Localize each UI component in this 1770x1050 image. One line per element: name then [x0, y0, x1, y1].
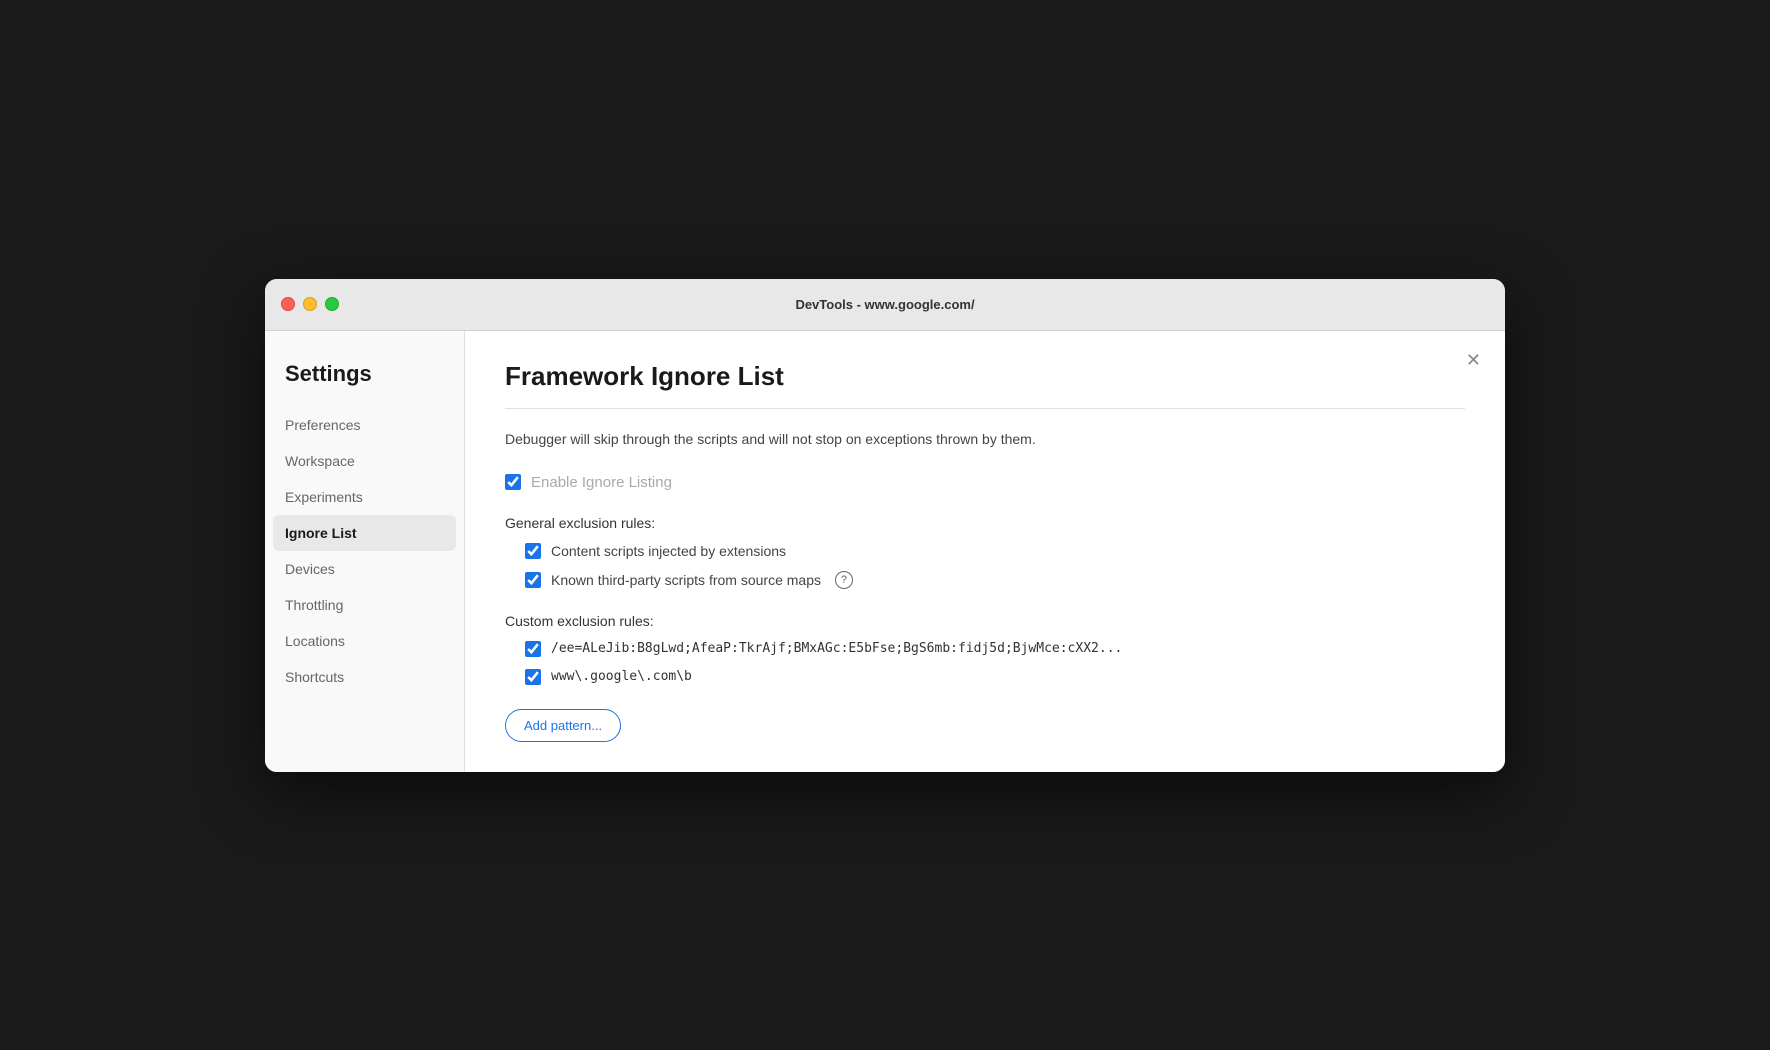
sidebar-item-shortcuts[interactable]: Shortcuts: [265, 659, 464, 695]
main-content: ✕ Framework Ignore List Debugger will sk…: [465, 331, 1505, 772]
window-title: DevTools - www.google.com/: [795, 297, 974, 312]
custom-rules-section: /ee=ALeJib:B8gLwd;AfeaP:TkrAjf;BMxAGc:E5…: [525, 641, 1465, 685]
close-button[interactable]: ✕: [1466, 351, 1481, 369]
page-description: Debugger will skip through the scripts a…: [505, 429, 1465, 450]
content-scripts-label: Content scripts injected by extensions: [551, 543, 786, 559]
sidebar-item-devices[interactable]: Devices: [265, 551, 464, 587]
sidebar-item-locations[interactable]: Locations: [265, 623, 464, 659]
content-scripts-row: Content scripts injected by extensions: [525, 543, 1465, 559]
custom-rule-2-row: www\.google\.com\b: [525, 669, 1465, 685]
third-party-scripts-label: Known third-party scripts from source ma…: [551, 572, 821, 588]
enable-ignore-label: Enable Ignore Listing: [531, 474, 672, 491]
third-party-scripts-checkbox[interactable]: [525, 572, 541, 588]
fullscreen-traffic-light[interactable]: [325, 297, 339, 311]
devtools-window: DevTools - www.google.com/ Settings Pref…: [265, 279, 1505, 772]
custom-rule-1-row: /ee=ALeJib:B8gLwd;AfeaP:TkrAjf;BMxAGc:E5…: [525, 641, 1465, 657]
custom-rule-1-checkbox[interactable]: [525, 641, 541, 657]
enable-ignore-checkbox[interactable]: [505, 474, 521, 490]
sidebar-item-throttling[interactable]: Throttling: [265, 587, 464, 623]
sidebar-heading: Settings: [265, 351, 464, 407]
general-rules-section: Content scripts injected by extensions K…: [525, 543, 1465, 589]
sidebar-item-preferences[interactable]: Preferences: [265, 407, 464, 443]
traffic-lights: [281, 297, 339, 311]
title-divider: [505, 408, 1465, 409]
sidebar: Settings Preferences Workspace Experimen…: [265, 331, 465, 772]
content-scripts-checkbox[interactable]: [525, 543, 541, 559]
third-party-scripts-row: Known third-party scripts from source ma…: [525, 571, 1465, 589]
custom-rule-1-label: /ee=ALeJib:B8gLwd;AfeaP:TkrAjf;BMxAGc:E5…: [551, 641, 1122, 656]
sidebar-item-experiments[interactable]: Experiments: [265, 479, 464, 515]
close-traffic-light[interactable]: [281, 297, 295, 311]
general-rules-heading: General exclusion rules:: [505, 515, 1465, 531]
add-pattern-button[interactable]: Add pattern...: [505, 709, 621, 742]
custom-rules-heading: Custom exclusion rules:: [505, 613, 1465, 629]
sidebar-item-ignore-list[interactable]: Ignore List: [273, 515, 456, 551]
help-icon[interactable]: ?: [835, 571, 853, 589]
window-body: Settings Preferences Workspace Experimen…: [265, 331, 1505, 772]
minimize-traffic-light[interactable]: [303, 297, 317, 311]
page-title: Framework Ignore List: [505, 361, 1465, 392]
sidebar-item-workspace[interactable]: Workspace: [265, 443, 464, 479]
custom-rule-2-label: www\.google\.com\b: [551, 669, 692, 684]
custom-rule-2-checkbox[interactable]: [525, 669, 541, 685]
enable-ignore-row: Enable Ignore Listing: [505, 474, 1465, 491]
titlebar: DevTools - www.google.com/: [265, 279, 1505, 331]
